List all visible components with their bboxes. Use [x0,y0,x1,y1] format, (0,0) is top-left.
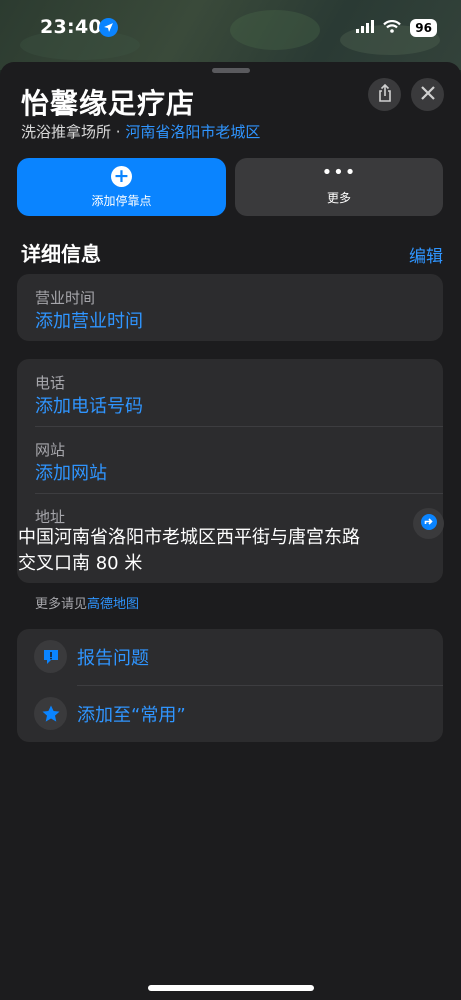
sheet-grabber[interactable] [212,68,250,73]
amap-link[interactable]: 高德地图 [87,597,139,612]
edit-button[interactable]: 编辑 [409,242,443,267]
details-heading: 详细信息 [21,242,101,266]
status-bar: 23:40 96 [0,0,461,54]
report-issue-row[interactable]: 报告问题 [17,629,443,685]
add-hours-link[interactable]: 添加营业时间 [35,307,143,333]
place-subtitle: 洗浴推拿场所 · 河南省洛阳市老城区 [21,121,260,142]
wifi-icon [383,18,402,37]
ellipsis-icon: ••• [321,162,357,183]
report-issue-icon [34,640,67,673]
location-arrow-icon [99,18,118,37]
close-button[interactable] [411,78,444,111]
cellular-signal-icon [356,18,375,37]
home-indicator[interactable] [148,985,314,991]
star-icon [34,697,67,730]
status-time: 23:40 [40,16,102,38]
add-phone-link[interactable]: 添加电话号码 [35,392,143,418]
add-favorite-label: 添加至“常用” [77,705,186,726]
status-icons: 96 [356,18,437,37]
address-label: 地址 [35,508,66,526]
more-button[interactable]: ••• 更多 [235,158,443,216]
add-stop-button[interactable]: + 添加停靠点 [17,158,226,216]
more-info-line: 更多请见高德地图 [35,593,139,612]
add-favorite-row[interactable]: 添加至“常用” [17,686,443,742]
directions-icon [420,513,438,535]
add-website-link[interactable]: 添加网站 [35,459,107,485]
add-stop-label: 添加停靠点 [91,193,152,208]
directions-button[interactable] [413,508,444,539]
report-issue-label: 报告问题 [77,648,149,669]
more-info-prefix: 更多请见 [35,597,88,612]
battery-indicator: 96 [410,18,437,37]
share-button[interactable] [368,78,401,111]
more-label: 更多 [326,191,351,205]
place-region-link[interactable]: 河南省洛阳市老城区 [125,123,260,141]
place-category: 洗浴推拿场所 [21,123,112,141]
place-title: 怡馨缘足疗店 [21,87,196,120]
hours-card: 营业时间 添加营业时间 [17,274,443,341]
plus-circle-icon: + [111,165,132,187]
phone-label: 电话 [35,374,66,392]
address-value[interactable]: 中国河南省洛阳市老城区西平街与唐宫东路交叉口南 80 米 [18,525,368,577]
divider [35,493,443,494]
close-icon [420,85,435,104]
website-label: 网站 [35,441,66,459]
divider [35,426,443,427]
subtitle-separator: · [115,123,121,141]
hours-label: 营业时间 [35,289,96,307]
share-icon [377,83,393,106]
place-card-sheet: 怡馨缘足疗店 洗浴推拿场所 · 河南省洛阳市老城区 + 添加停靠点 ••• 更多… [0,62,461,1000]
